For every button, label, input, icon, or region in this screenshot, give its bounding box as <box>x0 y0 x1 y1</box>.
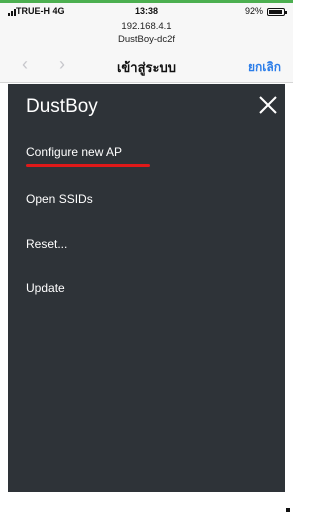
wifi-manager-panel: DustBoy Configure new AP Open SSIDs Rese… <box>8 84 285 492</box>
app-title: DustBoy <box>26 96 98 117</box>
menu-item-configure-ap[interactable]: Configure new AP <box>26 145 122 159</box>
browser-header: 192.168.4.1 DustBoy-dc2f ‹ › เข้าสู่ระบบ… <box>0 19 293 83</box>
url-name: DustBoy-dc2f <box>117 34 176 45</box>
battery-icon <box>267 8 287 16</box>
close-icon[interactable] <box>257 94 279 116</box>
menu-item-update[interactable]: Update <box>26 281 65 295</box>
status-bar: TRUE-H 4G 13:38 92% <box>0 3 293 19</box>
battery-percent: 92% <box>244 6 263 16</box>
menu-item-reset[interactable]: Reset... <box>26 237 67 251</box>
corner-marker <box>286 508 290 512</box>
cancel-button[interactable]: ยกเลิก <box>248 58 281 77</box>
highlight-underline <box>26 164 150 167</box>
menu-item-open-ssids[interactable]: Open SSIDs <box>26 192 93 206</box>
url-host: 192.168.4.1 <box>121 21 172 32</box>
